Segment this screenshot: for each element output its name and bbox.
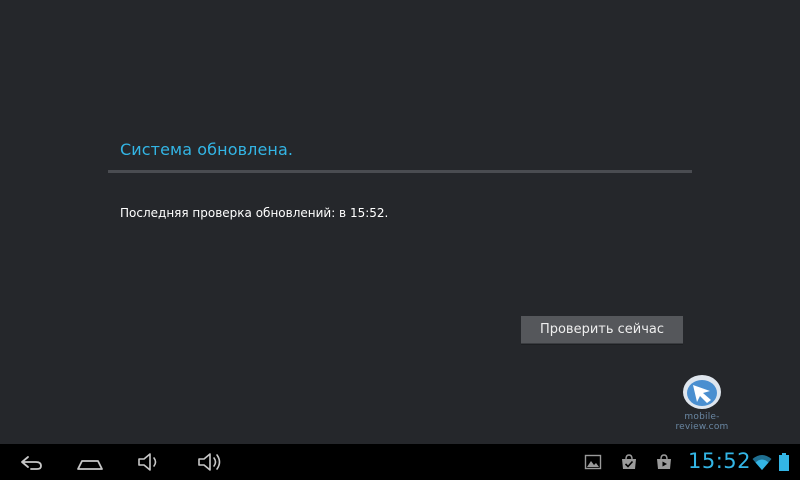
page-title: Система обновлена. [120, 140, 294, 159]
volume-down-icon[interactable] [136, 450, 164, 474]
gallery-notification-icon[interactable] [584, 453, 602, 471]
market-notification-icon[interactable] [620, 453, 638, 471]
system-navigation-bar: 15:52 [0, 444, 800, 480]
battery-icon[interactable] [778, 453, 790, 471]
status-bar-clock[interactable]: 15:52 [688, 449, 751, 473]
play-store-notification-icon[interactable] [655, 453, 673, 471]
watermark-text: mobile-review.com [675, 412, 729, 432]
last-check-status: Последняя проверка обновлений: в 15:52. [120, 206, 389, 220]
mobile-review-logo-icon [683, 375, 721, 409]
watermark: mobile-review.com [662, 372, 742, 432]
home-icon[interactable] [76, 450, 104, 474]
system-update-screen: Система обновлена. Последняя проверка об… [0, 0, 800, 444]
wifi-icon[interactable] [752, 453, 772, 471]
volume-up-icon[interactable] [196, 450, 224, 474]
check-now-button[interactable]: Проверить сейчас [521, 316, 683, 344]
title-divider [108, 170, 692, 173]
back-icon[interactable] [16, 450, 44, 474]
